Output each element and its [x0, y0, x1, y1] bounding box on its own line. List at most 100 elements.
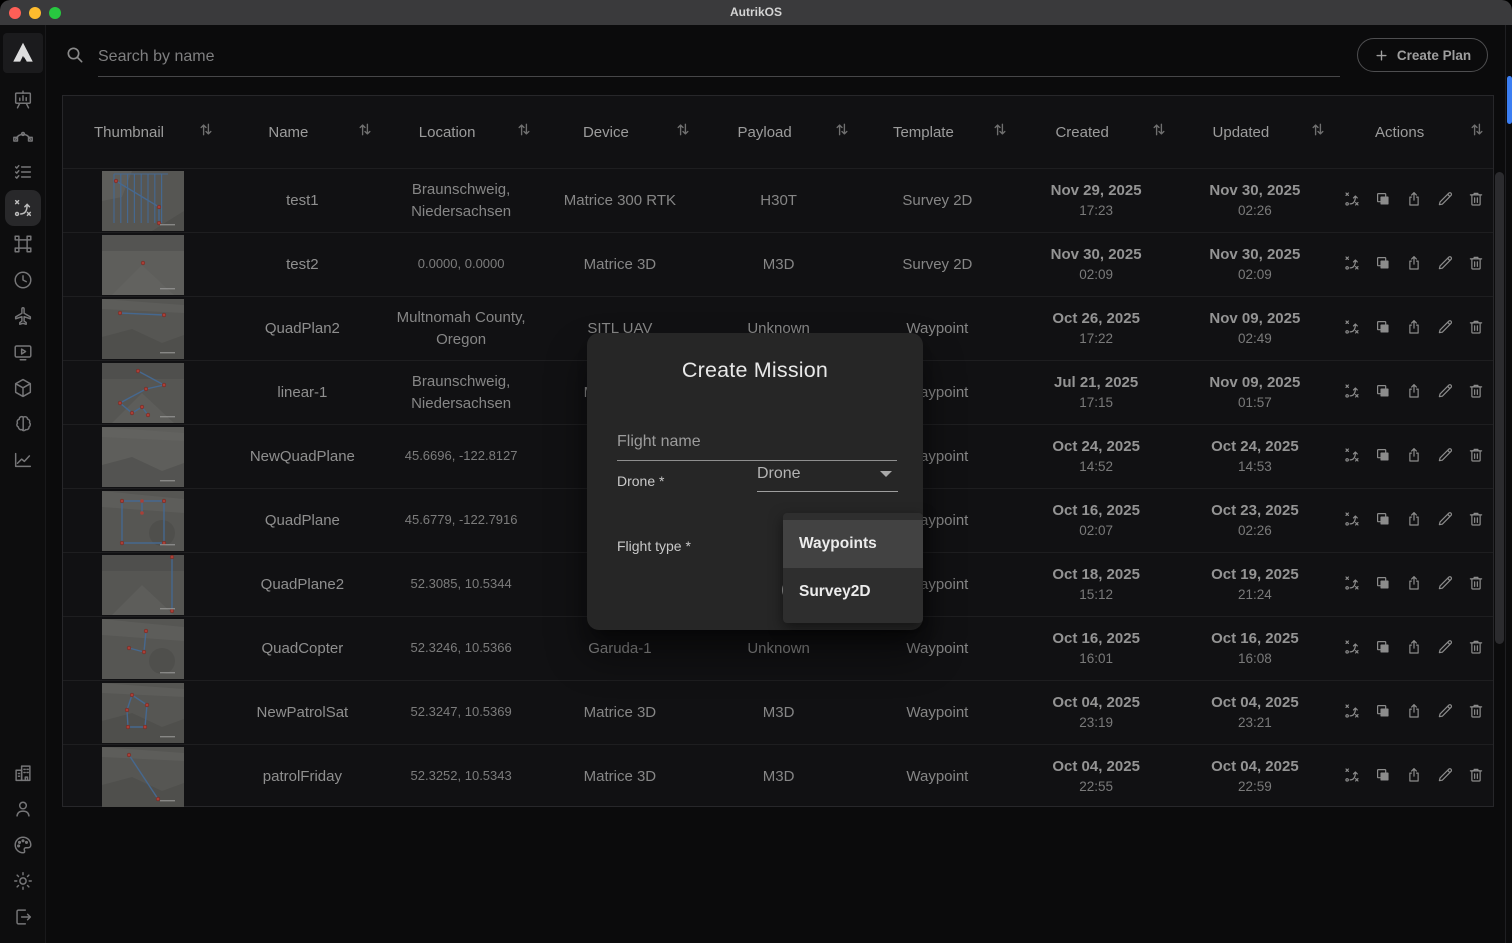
sidebar-item-organization[interactable]: [5, 755, 41, 791]
delete-action[interactable]: [1467, 766, 1485, 787]
drone-select[interactable]: Drone: [757, 465, 898, 492]
sidebar-item-mission-planning[interactable]: [5, 190, 41, 226]
duplicate-action[interactable]: [1374, 190, 1392, 211]
edit-action[interactable]: [1436, 638, 1454, 659]
delete-action[interactable]: [1467, 318, 1485, 339]
delete-action[interactable]: [1467, 254, 1485, 275]
duplicate-action[interactable]: [1374, 702, 1392, 723]
delete-action[interactable]: [1467, 382, 1485, 403]
mission-thumbnail[interactable]: [102, 747, 184, 807]
sidebar-item-ai[interactable]: [5, 406, 41, 442]
open-mission-action[interactable]: [1343, 702, 1361, 723]
sidebar-item-selection[interactable]: [5, 226, 41, 262]
mission-thumbnail[interactable]: [102, 171, 184, 231]
open-mission-action[interactable]: [1343, 190, 1361, 211]
open-mission-action[interactable]: [1343, 510, 1361, 531]
duplicate-action[interactable]: [1374, 382, 1392, 403]
sort-icon[interactable]: [675, 122, 691, 143]
duplicate-action[interactable]: [1374, 446, 1392, 467]
sort-icon[interactable]: [992, 122, 1008, 143]
edit-action[interactable]: [1436, 702, 1454, 723]
export-action[interactable]: [1405, 190, 1423, 211]
mission-thumbnail[interactable]: [102, 619, 184, 679]
open-mission-action[interactable]: [1343, 766, 1361, 787]
mission-thumbnail[interactable]: [102, 555, 184, 615]
duplicate-action[interactable]: [1374, 766, 1392, 787]
sidebar-item-theme[interactable]: [5, 863, 41, 899]
edit-action[interactable]: [1436, 574, 1454, 595]
open-mission-action[interactable]: [1343, 638, 1361, 659]
export-action[interactable]: [1405, 446, 1423, 467]
sidebar-item-appearance[interactable]: [5, 827, 41, 863]
export-action[interactable]: [1405, 510, 1423, 531]
edit-action[interactable]: [1436, 190, 1454, 211]
edit-action[interactable]: [1436, 766, 1454, 787]
mission-thumbnail[interactable]: [102, 299, 184, 359]
edit-action[interactable]: [1436, 382, 1454, 403]
delete-action[interactable]: [1467, 702, 1485, 723]
table-row[interactable]: test1 Braunschweig, Niedersachsen Matric…: [63, 168, 1493, 232]
export-action[interactable]: [1405, 702, 1423, 723]
sort-icon[interactable]: [1469, 122, 1485, 143]
cell-thumbnail: [63, 361, 223, 424]
edit-action[interactable]: [1436, 318, 1454, 339]
mission-thumbnail[interactable]: [102, 491, 184, 551]
sort-icon[interactable]: [834, 122, 850, 143]
mission-thumbnail[interactable]: [102, 235, 184, 295]
export-action[interactable]: [1405, 318, 1423, 339]
table-row[interactable]: test2 0.0000, 0.0000 Matrice 3D M3D Surv…: [63, 232, 1493, 296]
duplicate-action[interactable]: [1374, 254, 1392, 275]
sidebar-item-flights[interactable]: [5, 298, 41, 334]
sidebar-item-dashboard[interactable]: [5, 82, 41, 118]
page-scrollbar-thumb[interactable]: [1507, 76, 1512, 124]
flight-name-input[interactable]: [617, 433, 897, 461]
delete-action[interactable]: [1467, 638, 1485, 659]
sort-icon[interactable]: [357, 122, 373, 143]
duplicate-action[interactable]: [1374, 574, 1392, 595]
sidebar-item-routes[interactable]: [5, 118, 41, 154]
open-mission-action[interactable]: [1343, 446, 1361, 467]
open-mission-action[interactable]: [1343, 318, 1361, 339]
mission-thumbnail[interactable]: [102, 363, 184, 423]
sidebar-item-logout[interactable]: [5, 899, 41, 935]
export-action[interactable]: [1405, 382, 1423, 403]
edit-action[interactable]: [1436, 254, 1454, 275]
open-mission-action[interactable]: [1343, 382, 1361, 403]
export-action[interactable]: [1405, 638, 1423, 659]
sidebar-item-profile[interactable]: [5, 791, 41, 827]
sort-icon[interactable]: [516, 122, 532, 143]
open-mission-action[interactable]: [1343, 574, 1361, 595]
sidebar-item-tasks[interactable]: [5, 154, 41, 190]
delete-action[interactable]: [1467, 190, 1485, 211]
export-action[interactable]: [1405, 574, 1423, 595]
open-mission-action[interactable]: [1343, 254, 1361, 275]
duplicate-action[interactable]: [1374, 318, 1392, 339]
edit-action[interactable]: [1436, 510, 1454, 531]
sort-icon[interactable]: [198, 122, 214, 143]
cell-name: test2: [223, 233, 382, 296]
table-row[interactable]: patrolFriday 52.3252, 10.5343 Matrice 3D…: [63, 744, 1493, 808]
sidebar-item-history[interactable]: [5, 262, 41, 298]
mission-thumbnail[interactable]: [102, 683, 184, 743]
duplicate-action[interactable]: [1374, 638, 1392, 659]
search-input[interactable]: [98, 37, 1340, 77]
sidebar-item-assets-3d[interactable]: [5, 370, 41, 406]
menu-item-survey2d[interactable]: Survey2D: [783, 568, 923, 616]
edit-action[interactable]: [1436, 446, 1454, 467]
create-plan-button[interactable]: Create Plan: [1357, 38, 1488, 72]
sort-icon[interactable]: [1151, 122, 1167, 143]
delete-action[interactable]: [1467, 446, 1485, 467]
app-logo[interactable]: [3, 33, 43, 73]
mission-thumbnail[interactable]: [102, 427, 184, 487]
sidebar-item-media[interactable]: [5, 334, 41, 370]
export-action[interactable]: [1405, 766, 1423, 787]
sort-icon[interactable]: [1310, 122, 1326, 143]
table-scrollbar-thumb[interactable]: [1495, 172, 1504, 644]
duplicate-action[interactable]: [1374, 510, 1392, 531]
menu-item-waypoints[interactable]: Waypoints: [783, 520, 923, 568]
table-row[interactable]: NewPatrolSat 52.3247, 10.5369 Matrice 3D…: [63, 680, 1493, 744]
export-action[interactable]: [1405, 254, 1423, 275]
delete-action[interactable]: [1467, 574, 1485, 595]
delete-action[interactable]: [1467, 510, 1485, 531]
sidebar-item-analytics[interactable]: [5, 442, 41, 478]
